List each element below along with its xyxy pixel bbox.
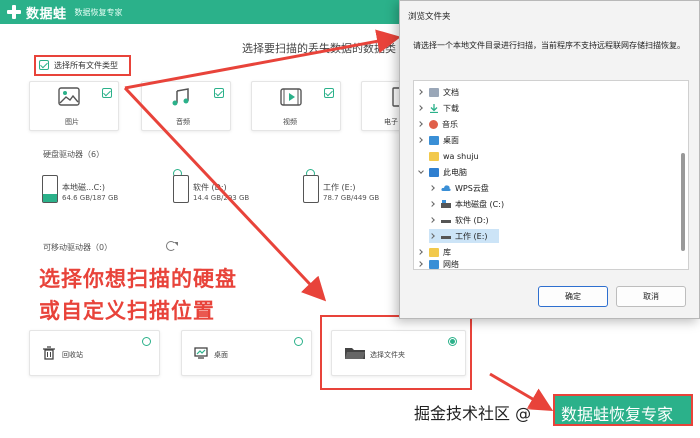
tree-item-drive-e[interactable]: 工作 (E:) xyxy=(429,229,499,243)
browse-folder-dialog: 浏览文件夹 请选择一个本地文件目录进行扫描，当前程序不支持远程联网存储扫描恢复。… xyxy=(399,0,700,319)
computer-icon xyxy=(429,167,439,177)
tree-item-label: 此电脑 xyxy=(443,167,467,177)
tree-item-drive-d[interactable]: 软件 (D:) xyxy=(429,213,489,227)
chevron-right-icon[interactable] xyxy=(417,248,425,256)
tree-item-drive-c[interactable]: 本地磁盘 (C:) xyxy=(429,197,504,211)
tree-item-label: WPS云盘 xyxy=(455,183,489,193)
tree-scrollbar[interactable] xyxy=(681,153,685,251)
dialog-description: 请选择一个本地文件目录进行扫描，当前程序不支持远程联网存储扫描恢复。 xyxy=(413,41,685,50)
ok-button[interactable]: 确定 xyxy=(538,286,608,307)
document-folder-icon xyxy=(429,87,439,97)
chevron-right-icon[interactable] xyxy=(417,88,425,96)
tree-item-music[interactable]: 音乐 xyxy=(417,117,458,131)
tree-item-desktop[interactable]: 桌面 xyxy=(417,133,459,147)
tree-item-label: wa shuju xyxy=(443,151,479,161)
drive-icon xyxy=(441,232,451,241)
chevron-right-icon[interactable] xyxy=(417,120,425,128)
tree-item-label: 桌面 xyxy=(443,135,459,145)
chevron-right-icon[interactable] xyxy=(429,232,437,240)
dialog-title: 浏览文件夹 xyxy=(408,12,451,22)
tree-item-network[interactable]: 网络 xyxy=(417,257,459,271)
chevron-right-icon[interactable] xyxy=(417,136,425,144)
cancel-button[interactable]: 取消 xyxy=(616,286,686,307)
network-icon xyxy=(429,259,439,269)
folder-tree[interactable]: 文档 下载 音乐 桌面 wa shuju 此电脑 WPS云盘 本地磁盘 (C:)… xyxy=(413,80,689,270)
music-folder-icon xyxy=(429,119,438,129)
tree-item-label: 软件 (D:) xyxy=(455,215,489,225)
cloud-icon xyxy=(441,184,451,193)
library-icon xyxy=(429,247,439,257)
chevron-right-icon[interactable] xyxy=(429,200,437,208)
disk-icon xyxy=(441,199,451,209)
tree-item-downloads[interactable]: 下载 xyxy=(417,101,459,115)
tree-item-this-pc[interactable]: 此电脑 xyxy=(417,165,467,179)
tree-item-label: 文档 xyxy=(443,87,459,97)
watermark-brand: 数据蛙恢复专家 xyxy=(553,394,693,426)
tree-item-label: 库 xyxy=(443,247,451,257)
chevron-down-icon[interactable] xyxy=(417,168,425,176)
drive-icon xyxy=(441,216,451,225)
watermark-text: 掘金技术社区 @ xyxy=(414,404,532,423)
arrow-to-drives xyxy=(123,86,327,302)
chevron-right-icon[interactable] xyxy=(429,184,437,192)
tree-item-label: 本地磁盘 (C:) xyxy=(455,199,505,209)
tree-item-label: 下载 xyxy=(443,103,459,113)
tree-item-label: 工作 (E:) xyxy=(455,231,488,241)
tree-item-label: 网络 xyxy=(443,259,459,269)
download-icon xyxy=(429,103,439,113)
tree-item-wa-shuju[interactable]: wa shuju xyxy=(417,149,479,163)
arrow-to-top-right xyxy=(124,29,401,90)
folder-icon xyxy=(429,151,439,161)
chevron-right-icon[interactable] xyxy=(417,104,425,112)
desktop-folder-icon xyxy=(429,135,439,145)
chevron-right-icon[interactable] xyxy=(429,216,437,224)
chevron-right-icon[interactable] xyxy=(417,260,425,268)
tree-item-label: 音乐 xyxy=(442,119,458,129)
tree-item-documents[interactable]: 文档 xyxy=(417,85,459,99)
tree-item-wps-cloud[interactable]: WPS云盘 xyxy=(429,181,489,195)
